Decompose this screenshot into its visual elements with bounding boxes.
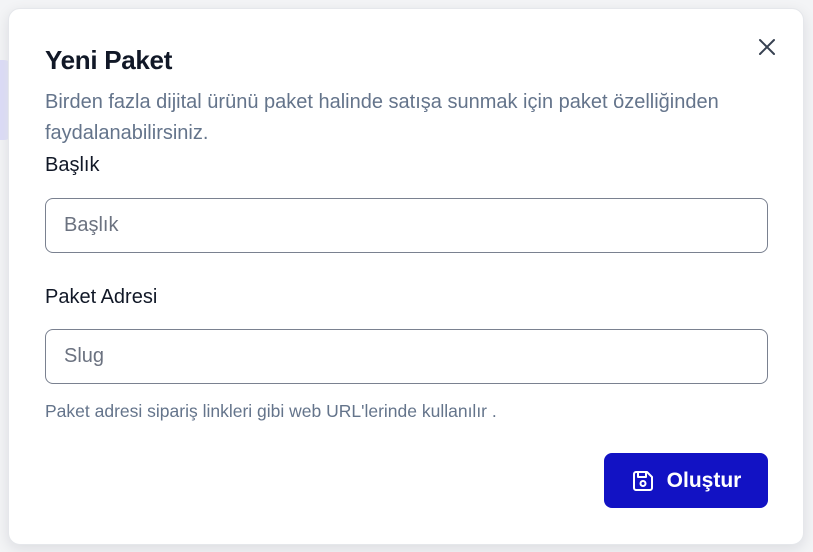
title-input[interactable] [45,198,768,253]
close-button[interactable] [755,35,779,59]
save-icon [631,469,655,493]
close-icon [759,39,775,55]
slug-field-label: Paket Adresi [45,286,158,308]
create-button[interactable]: Oluştur [604,453,768,508]
title-field-label: Başlık [45,154,100,176]
slug-input[interactable] [45,329,768,384]
new-package-modal: Yeni Paket Birden fazla dijital ürünü pa… [8,8,804,545]
modal-description: Birden fazla dijital ürünü paket halinde… [45,91,719,144]
slug-hint: Paket adresi sipariş linkleri gibi web U… [45,401,497,421]
modal-title: Yeni Paket [45,45,173,75]
create-button-label: Oluştur [666,468,742,492]
